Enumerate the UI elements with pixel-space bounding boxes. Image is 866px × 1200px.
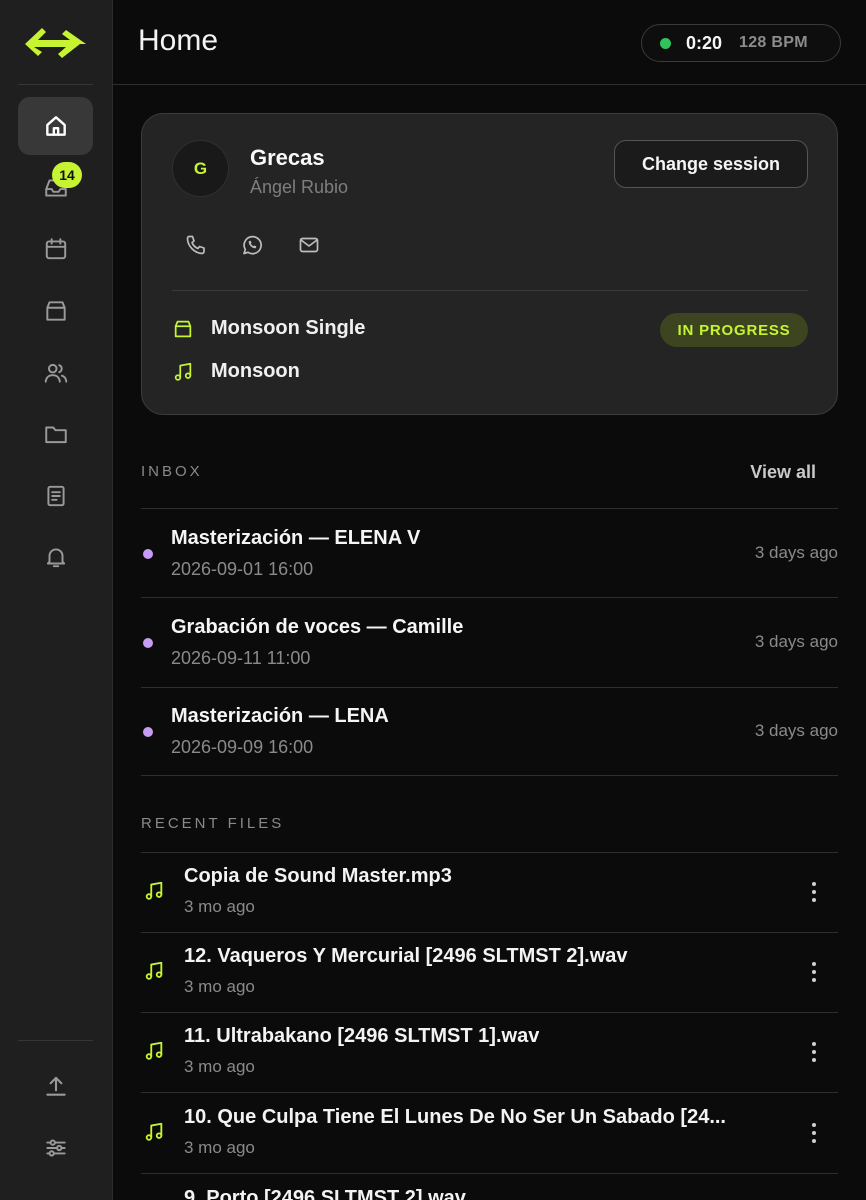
calendar-icon bbox=[45, 238, 66, 260]
sidebar-item-clients[interactable] bbox=[18, 344, 93, 402]
sidebar-item-calendar[interactable] bbox=[18, 220, 93, 278]
recording-status-dot bbox=[660, 37, 671, 49]
file-age: 3 mo ago bbox=[184, 1138, 255, 1157]
file-row[interactable]: 12. Vaqueros Y Mercurial [2496 SLTMST 2]… bbox=[141, 932, 838, 1012]
inbox-item-date: 2026-09-11 11:00 bbox=[171, 648, 311, 668]
avatar: G bbox=[172, 140, 229, 197]
sidebar-item-files[interactable] bbox=[18, 405, 93, 463]
inbox-count-badge: 14 bbox=[52, 162, 82, 188]
sidebar: 14 bbox=[0, 0, 113, 1200]
document-icon bbox=[46, 485, 65, 507]
upload-icon bbox=[45, 1076, 66, 1096]
inbox-section-title: INBOX bbox=[141, 463, 203, 480]
session-timer[interactable]: 0:20 128 BPM bbox=[641, 24, 841, 62]
card-divider bbox=[172, 290, 808, 291]
inbox-item-title: Grabación de voces — Camille bbox=[171, 616, 464, 638]
sidebar-divider bbox=[18, 1040, 93, 1041]
unread-dot bbox=[143, 638, 153, 648]
mail-icon bbox=[299, 237, 319, 253]
more-options-button[interactable] bbox=[804, 1037, 824, 1067]
music-note-icon bbox=[145, 961, 163, 980]
sidebar-item-upload[interactable] bbox=[18, 1057, 93, 1115]
page-title: Home bbox=[138, 24, 219, 57]
divider bbox=[141, 775, 838, 776]
bell-icon bbox=[46, 548, 65, 568]
whatsapp-icon bbox=[243, 235, 262, 255]
file-name: Copia de Sound Master.mp3 bbox=[184, 865, 452, 887]
lightning-arrow-logo[interactable] bbox=[22, 22, 90, 62]
archive-box-icon bbox=[45, 301, 66, 321]
recent-files-section-title: RECENT FILES bbox=[141, 815, 285, 832]
whatsapp-button[interactable] bbox=[237, 230, 267, 260]
project-name: Monsoon Single bbox=[211, 317, 366, 339]
music-note-icon bbox=[145, 881, 163, 900]
status-badge: IN PROGRESS bbox=[660, 313, 808, 347]
file-name: 9. Porto [2496 SLTMST 2].wav bbox=[184, 1187, 466, 1200]
file-age: 3 mo ago bbox=[184, 897, 255, 916]
session-project[interactable]: Monsoon Single bbox=[172, 317, 365, 340]
current-session-card: G Grecas Ángel Rubio Change session Mons… bbox=[141, 113, 838, 415]
inbox-item-age: 3 days ago bbox=[754, 543, 838, 562]
client-name: Grecas bbox=[250, 145, 325, 170]
sidebar-item-home[interactable] bbox=[18, 97, 93, 155]
file-row[interactable]: 11. Ultrabakano [2496 SLTMST 1].wav 3 mo… bbox=[141, 1012, 838, 1092]
top-header: Home 0:20 128 BPM bbox=[113, 0, 866, 85]
file-row[interactable]: 10. Que Culpa Tiene El Lunes De No Ser U… bbox=[141, 1093, 838, 1173]
file-name: 11. Ultrabakano [2496 SLTMST 1].wav bbox=[184, 1025, 540, 1047]
inbox-item-title: Masterización — LENA bbox=[171, 705, 389, 727]
inbox-item-age: 3 days ago bbox=[754, 721, 838, 740]
timer-value: 0:20 bbox=[686, 32, 723, 53]
inbox-item-date: 2026-09-01 16:00 bbox=[171, 559, 314, 579]
folder-icon bbox=[44, 426, 67, 444]
sidebar-item-documents[interactable] bbox=[18, 467, 93, 525]
sidebar-item-projects[interactable] bbox=[18, 282, 93, 340]
phone-icon bbox=[186, 235, 205, 255]
email-button[interactable] bbox=[294, 230, 324, 260]
unread-dot bbox=[143, 727, 153, 737]
home-icon bbox=[45, 116, 66, 136]
bpm-value: 128 BPM bbox=[739, 34, 808, 51]
sidebar-item-notifications[interactable] bbox=[18, 528, 93, 586]
file-age: 3 mo ago bbox=[184, 977, 255, 996]
file-row[interactable]: 9. Porto [2496 SLTMST 2].wav bbox=[141, 1174, 838, 1200]
more-options-button[interactable] bbox=[804, 1118, 824, 1148]
change-session-button[interactable]: Change session bbox=[614, 140, 808, 188]
music-note-icon bbox=[174, 362, 192, 381]
file-name: 12. Vaqueros Y Mercurial [2496 SLTMST 2]… bbox=[184, 945, 628, 967]
file-name: 10. Que Culpa Tiene El Lunes De No Ser U… bbox=[184, 1106, 726, 1128]
inbox-item[interactable]: Grabación de voces — Camille 2026-09-11 … bbox=[141, 598, 838, 686]
inbox-item-age: 3 days ago bbox=[754, 632, 838, 651]
unread-dot bbox=[143, 549, 153, 559]
users-icon bbox=[44, 363, 67, 383]
session-track[interactable]: Monsoon bbox=[172, 360, 300, 383]
view-all-link[interactable]: View all bbox=[750, 462, 816, 483]
inbox-item-date: 2026-09-09 16:00 bbox=[171, 737, 314, 757]
music-note-icon bbox=[145, 1041, 163, 1060]
music-note-icon bbox=[145, 1122, 163, 1141]
more-options-button[interactable] bbox=[804, 877, 824, 907]
inbox-item[interactable]: Masterización — LENA 2026-09-09 16:00 3 … bbox=[141, 687, 838, 775]
archive-box-icon bbox=[174, 320, 192, 337]
inbox-item-title: Masterización — ELENA V bbox=[171, 527, 421, 549]
sliders-icon bbox=[45, 1139, 66, 1157]
inbox-item[interactable]: Masterización — ELENA V 2026-09-01 16:00… bbox=[141, 509, 838, 597]
sidebar-divider bbox=[18, 84, 93, 85]
file-row[interactable]: Copia de Sound Master.mp3 3 mo ago bbox=[141, 852, 838, 932]
call-button[interactable] bbox=[181, 230, 211, 260]
client-contact-name: Ángel Rubio bbox=[250, 177, 349, 197]
track-name: Monsoon bbox=[211, 360, 300, 382]
sidebar-item-settings[interactable] bbox=[18, 1119, 93, 1177]
more-options-button[interactable] bbox=[804, 957, 824, 987]
file-age: 3 mo ago bbox=[184, 1057, 255, 1076]
